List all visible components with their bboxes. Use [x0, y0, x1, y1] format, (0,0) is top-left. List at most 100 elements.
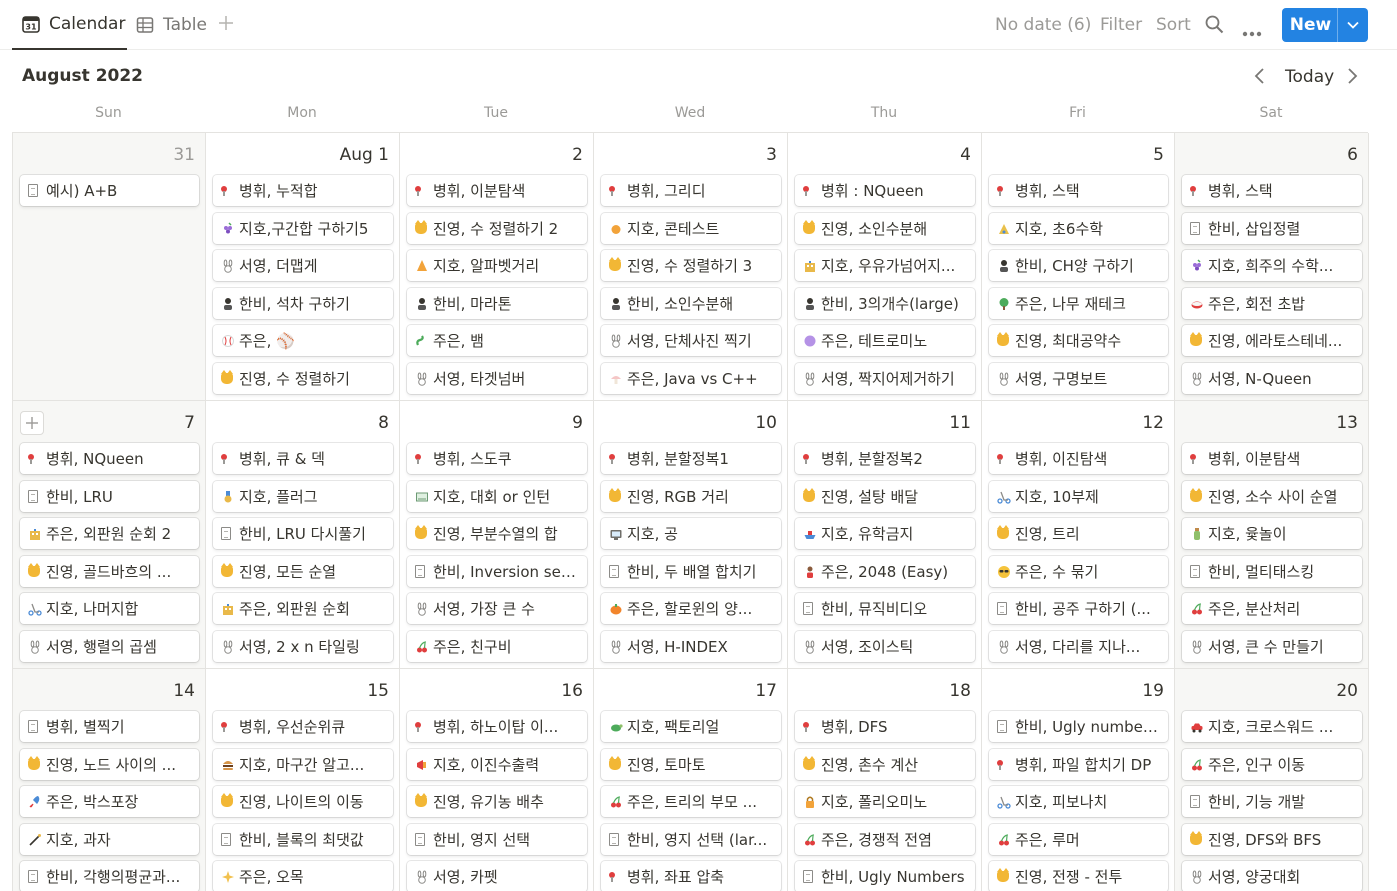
event-card[interactable]: 한비, Ugly Numbers — [795, 861, 975, 891]
add-view-button[interactable] — [218, 12, 234, 37]
event-card[interactable]: 진영, 노드 사이의 ... — [20, 749, 199, 780]
event-card[interactable]: 주은, 친구비 — [407, 631, 587, 662]
event-card[interactable]: 병휘, 파일 합치기 DP — [989, 749, 1168, 780]
event-card[interactable]: 병휘, 이분탐색 — [407, 175, 587, 206]
event-card[interactable]: 한비, CH양 구하기 — [989, 250, 1168, 281]
day-cell[interactable]: 18 병휘, DFS 진영, 촌수 계산 지호, 폴리오미노 주은, 경쟁적 전염 한비,… — [788, 669, 982, 891]
event-card[interactable]: 주은, 할로윈의 양... — [601, 593, 781, 624]
event-card[interactable]: 진영, 수 정렬하기 2 — [407, 213, 587, 244]
event-card[interactable]: 진영, 전쟁 - 전투 — [989, 861, 1168, 891]
event-card[interactable]: 병휘, 우선순위큐 — [213, 711, 393, 742]
day-cell[interactable]: 9 병휘, 스도쿠 지호, 대회 or 인턴 진영, 부분수열의 합 한비, Inver… — [400, 401, 594, 669]
event-card[interactable]: 지호, 나머지합 — [20, 593, 199, 624]
event-card[interactable]: 한비, 두 배열 합치기 — [601, 556, 781, 587]
event-card[interactable]: 지호, 플러그 — [213, 481, 393, 512]
day-cell[interactable]: 16 병휘, 하노이탑 이... 지호, 이진수출력 진영, 유기농 배추 한비, 영지… — [400, 669, 594, 891]
event-card[interactable]: 병휘, 스도쿠 — [407, 443, 587, 474]
event-card[interactable]: 서영, 2 x n 타일링 — [213, 631, 393, 662]
event-card[interactable]: 주은, 외판원 순회 — [213, 593, 393, 624]
chevron-left-icon[interactable] — [1253, 66, 1267, 90]
event-card[interactable]: 한비, 삽입정렬 — [1182, 213, 1362, 244]
event-card[interactable]: 한비, 영지 선택 (lar... — [601, 824, 781, 855]
event-card[interactable]: 서영, 양궁대회 — [1182, 861, 1362, 891]
event-card[interactable]: 지호, 초6수학 — [989, 213, 1168, 244]
event-card[interactable]: 한비, LRU — [20, 481, 199, 512]
day-cell[interactable]: 19 한비, Ugly number 2 병휘, 파일 합치기 DP 지호, 피보나치… — [982, 669, 1175, 891]
add-event-button[interactable] — [20, 411, 44, 435]
event-card[interactable]: 진영, 최대공약수 — [989, 325, 1168, 356]
event-card[interactable]: 예시) A+B — [20, 175, 199, 206]
event-card[interactable]: 주은, 분산처리 — [1182, 593, 1362, 624]
event-card[interactable]: 한비, 공주 구하기 (... — [989, 593, 1168, 624]
filter-button[interactable]: Filter — [1100, 0, 1142, 50]
event-card[interactable]: 병휘, 하노이탑 이... — [407, 711, 587, 742]
event-card[interactable]: 병휘, 스택 — [989, 175, 1168, 206]
event-card[interactable]: 서영, 단체사진 찍기 — [601, 325, 781, 356]
day-cell[interactable]: 12 병휘, 이진탐색 지호, 10부제 진영, 트리 주은, 수 묶기 한비, 공주 구… — [982, 401, 1175, 669]
event-card[interactable]: 병휘 : NQueen — [795, 175, 975, 206]
day-cell[interactable]: 31 예시) A+B — [13, 133, 206, 401]
new-button[interactable]: New — [1282, 8, 1368, 42]
event-card[interactable]: 지호, 이진수출력 — [407, 749, 587, 780]
event-card[interactable]: 한비, 마라톤 — [407, 288, 587, 319]
event-card[interactable]: 서영, 가장 큰 수 — [407, 593, 587, 624]
day-cell[interactable]: 4 병휘 : NQueen 진영, 소인수분해 지호, 우유가넘어지... 한비, 3의… — [788, 133, 982, 401]
event-card[interactable]: 진영, 부분수열의 합 — [407, 518, 587, 549]
event-card[interactable]: 병휘, NQueen — [20, 443, 199, 474]
day-cell[interactable]: 8 병휘, 큐 & 덱 지호, 플러그 한비, LRU 다시풀기 진영, 모든 순열 주은… — [206, 401, 400, 669]
event-card[interactable]: 진영, 토마토 — [601, 749, 781, 780]
event-card[interactable]: 지호, 마구간 알고... — [213, 749, 393, 780]
event-card[interactable]: 한비, LRU 다시풀기 — [213, 518, 393, 549]
event-card[interactable]: 병휘, 별찍기 — [20, 711, 199, 742]
day-cell[interactable]: 17 지호, 팩토리얼 진영, 토마토 주은, 트리의 부모 ... 한비, 영지 선택… — [594, 669, 788, 891]
event-card[interactable]: 한비, 영지 선택 — [407, 824, 587, 855]
event-card[interactable]: 지호, 희주의 수학... — [1182, 250, 1362, 281]
event-card[interactable]: 진영, RGB 거리 — [601, 481, 781, 512]
event-card[interactable]: 서영, 타겟넘버 — [407, 363, 587, 394]
event-card[interactable]: 진영, 수 정렬하기 3 — [601, 250, 781, 281]
event-card[interactable]: 진영, 수 정렬하기 — [213, 363, 393, 394]
event-card[interactable]: 주은, 루머 — [989, 824, 1168, 855]
event-card[interactable]: 주은, ⚾ — [213, 325, 393, 356]
more-icon[interactable] — [1242, 22, 1262, 41]
event-card[interactable]: 지호, 유학금지 — [795, 518, 975, 549]
event-card[interactable]: 한비, 기능 개발 — [1182, 786, 1362, 817]
event-card[interactable]: 서영, 더맵게 — [213, 250, 393, 281]
event-card[interactable]: 병휘, 이진탐색 — [989, 443, 1168, 474]
chevron-down-icon[interactable] — [1338, 8, 1368, 42]
event-card[interactable]: 지호, 콘테스트 — [601, 213, 781, 244]
event-card[interactable]: 병휘, 좌표 압축 — [601, 861, 781, 891]
day-cell[interactable]: Aug 1 병휘, 누적합 지호,구간합 구하기5 서영, 더맵게 한비, 석차 구하기… — [206, 133, 400, 401]
event-card[interactable]: 주은, 오목 — [213, 861, 393, 891]
event-card[interactable]: 지호, 피보나치 — [989, 786, 1168, 817]
event-card[interactable]: 지호,구간합 구하기5 — [213, 213, 393, 244]
day-cell[interactable]: 6 병휘, 스택 한비, 삽입정렬 지호, 희주의 수학... 주은, 회전 초밥 진영,… — [1175, 133, 1369, 401]
event-card[interactable]: 지호, 공 — [601, 518, 781, 549]
event-card[interactable]: 지호, 크로스워드 ... — [1182, 711, 1362, 742]
event-card[interactable]: 진영, 에라토스테네... — [1182, 325, 1362, 356]
event-card[interactable]: 서영, H-INDEX — [601, 631, 781, 662]
event-card[interactable]: 서영, 다리를 지나... — [989, 631, 1168, 662]
event-card[interactable]: 한비, 블록의 최댓값 — [213, 824, 393, 855]
event-card[interactable]: 진영, 유기농 배추 — [407, 786, 587, 817]
event-card[interactable]: 한비, Ugly number 2 — [989, 711, 1168, 742]
event-card[interactable]: 서영, 카펫 — [407, 861, 587, 891]
today-button[interactable]: Today — [1285, 67, 1334, 87]
event-card[interactable]: 병휘, 누적합 — [213, 175, 393, 206]
event-card[interactable]: 병휘, 이분탐색 — [1182, 443, 1362, 474]
event-card[interactable]: 주은, 테트로미노 — [795, 325, 975, 356]
search-icon[interactable] — [1205, 15, 1224, 38]
event-card[interactable]: 주은, 회전 초밥 — [1182, 288, 1362, 319]
event-card[interactable]: 진영, 골드바흐의 ... — [20, 556, 199, 587]
event-card[interactable]: 한비, 3의개수(large) — [795, 288, 975, 319]
tab-calendar[interactable]: 31 Calendar — [12, 0, 127, 50]
event-card[interactable]: 한비, Inversion seq... — [407, 556, 587, 587]
event-card[interactable]: 서영, 구명보트 — [989, 363, 1168, 394]
tab-table[interactable]: Table — [136, 0, 207, 50]
sort-button[interactable]: Sort — [1156, 0, 1191, 50]
event-card[interactable]: 지호, 우유가넘어지... — [795, 250, 975, 281]
event-card[interactable]: 병휘, 분할정복1 — [601, 443, 781, 474]
event-card[interactable]: 병휘, DFS — [795, 711, 975, 742]
event-card[interactable]: 주은, 인구 이동 — [1182, 749, 1362, 780]
event-card[interactable]: 서영, N-Queen — [1182, 363, 1362, 394]
